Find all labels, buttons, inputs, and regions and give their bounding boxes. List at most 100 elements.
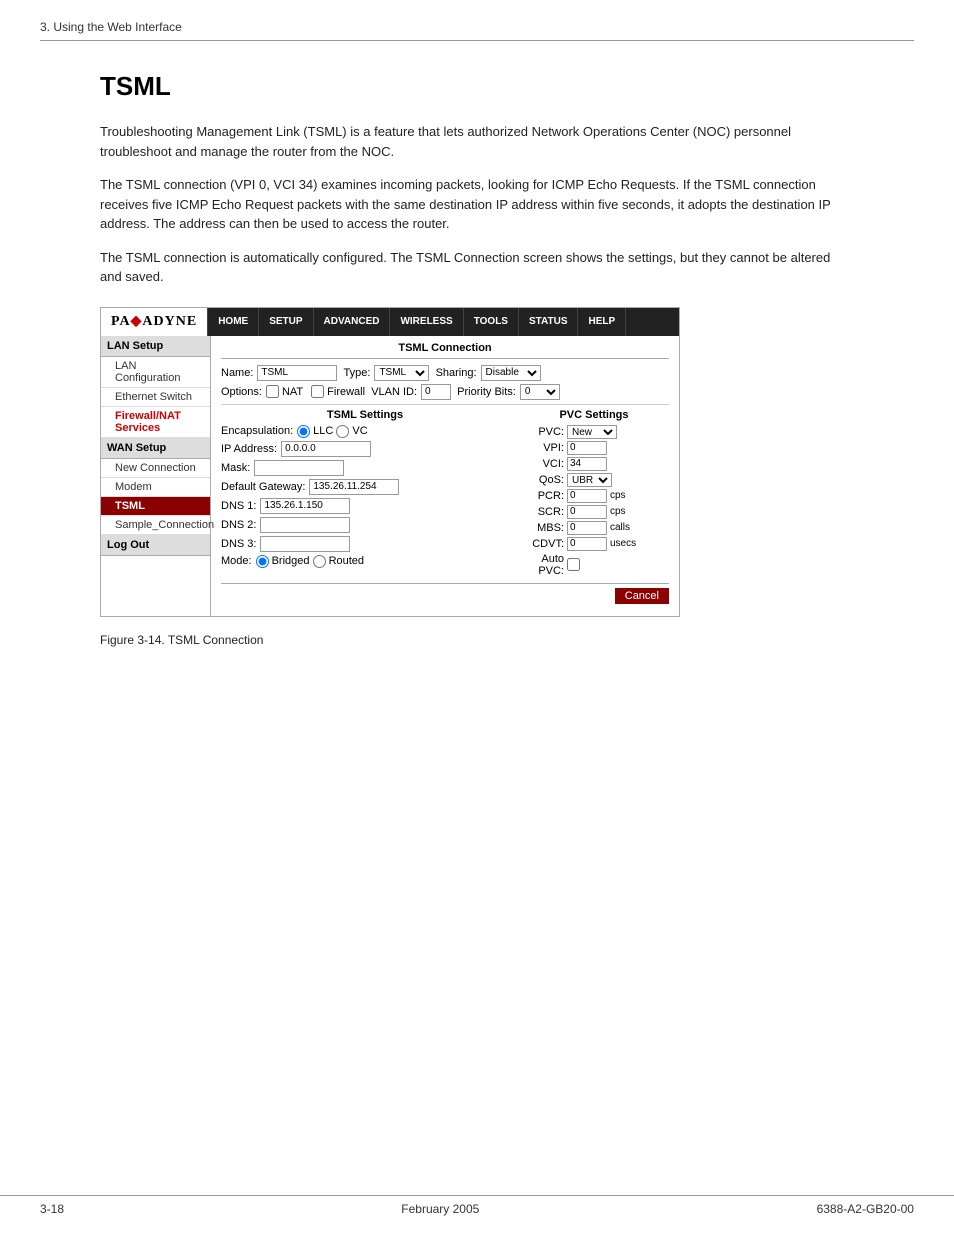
- nav-bar: PA◆ADYNE HOME SETUP ADVANCED WIRELESS TO…: [101, 308, 679, 336]
- scr-label: SCR:: [519, 506, 564, 518]
- nav-tools[interactable]: TOOLS: [464, 308, 519, 336]
- name-type-row: Name: Type: TSML Sharing: Disable: [221, 365, 669, 381]
- pvc-row: PVC: New: [519, 425, 669, 439]
- sidebar-item-new-connection[interactable]: New Connection: [101, 459, 210, 478]
- intro-text-2: The TSML connection (VPI 0, VCI 34) exam…: [100, 175, 854, 234]
- auto-pvc-row: Auto PVC:: [519, 553, 669, 577]
- encap-vc-radio[interactable]: [336, 425, 349, 438]
- ip-address-input[interactable]: [281, 441, 371, 457]
- pcr-input[interactable]: [567, 489, 607, 503]
- qos-label: QoS:: [519, 474, 564, 486]
- sidebar-section-lan: LAN Setup: [101, 336, 210, 357]
- scr-unit: cps: [610, 506, 626, 517]
- nav-advanced[interactable]: ADVANCED: [314, 308, 391, 336]
- cancel-row: Cancel: [221, 583, 669, 604]
- vci-row: VCI:: [519, 457, 669, 471]
- vci-label: VCI:: [519, 458, 564, 470]
- sidebar-item-firewall-nat[interactable]: Firewall/NAT Services: [101, 407, 210, 438]
- nav-help[interactable]: HELP: [578, 308, 626, 336]
- mode-routed-label[interactable]: Routed: [313, 555, 364, 568]
- pvc-settings-title: PVC Settings: [519, 409, 669, 421]
- sharing-select[interactable]: Disable: [481, 365, 541, 381]
- tsml-settings-title: TSML Settings: [221, 409, 509, 421]
- sidebar-item-modem[interactable]: Modem: [101, 478, 210, 497]
- firewall-label: Firewall: [327, 386, 365, 398]
- dns3-row: DNS 3:: [221, 536, 509, 552]
- ip-address-label: IP Address:: [221, 443, 277, 455]
- mask-label: Mask:: [221, 462, 250, 474]
- vlan-id-input[interactable]: [421, 384, 451, 400]
- dns3-input[interactable]: [260, 536, 350, 552]
- sidebar-section-logout[interactable]: Log Out: [101, 535, 210, 556]
- cdvt-input[interactable]: [567, 537, 607, 551]
- options-row: Options: NAT Firewall VLAN ID:: [221, 384, 669, 400]
- pcr-row: PCR: cps: [519, 489, 669, 503]
- priority-bits-label: Priority Bits:: [457, 386, 516, 398]
- breadcrumb: 3. Using the Web Interface: [40, 20, 914, 41]
- figure-caption: Figure 3-14. TSML Connection: [100, 633, 854, 647]
- nav-items: HOME SETUP ADVANCED WIRELESS TOOLS STATU…: [207, 308, 626, 336]
- dns1-input[interactable]: [260, 498, 350, 514]
- qos-select[interactable]: UBR: [567, 473, 612, 487]
- intro-text-1: Troubleshooting Management Link (TSML) i…: [100, 122, 854, 161]
- cancel-button[interactable]: Cancel: [615, 588, 669, 604]
- nat-checkbox-label[interactable]: NAT: [266, 385, 303, 398]
- cdvt-row: CDVT: usecs: [519, 537, 669, 551]
- ip-address-row: IP Address:: [221, 441, 509, 457]
- mbs-input[interactable]: [567, 521, 607, 535]
- scr-input[interactable]: [567, 505, 607, 519]
- firewall-checkbox[interactable]: [311, 385, 324, 398]
- footer-doc-num: 6388-A2-GB20-00: [817, 1202, 914, 1216]
- auto-pvc-checkbox[interactable]: [567, 558, 580, 571]
- mbs-label: MBS:: [519, 522, 564, 534]
- sidebar-item-lan-config[interactable]: LAN Configuration: [101, 357, 210, 388]
- encap-llc-label[interactable]: LLC: [297, 425, 333, 438]
- encap-llc-text: LLC: [313, 425, 333, 437]
- encap-llc-radio[interactable]: [297, 425, 310, 438]
- nav-status[interactable]: STATUS: [519, 308, 579, 336]
- cdvt-label: CDVT:: [519, 538, 564, 550]
- name-input[interactable]: [257, 365, 337, 381]
- encapsulation-row: Encapsulation: LLC VC: [221, 425, 509, 438]
- mode-routed-radio[interactable]: [313, 555, 326, 568]
- page-footer: 3-18 February 2005 6388-A2-GB20-00: [0, 1195, 954, 1216]
- pvc-label: PVC:: [519, 426, 564, 438]
- pcr-label: PCR:: [519, 490, 564, 502]
- content-panel: TSML Connection Name: Type: TSML Sharing…: [211, 336, 679, 616]
- sidebar-item-sample-connection[interactable]: Sample_Connection: [101, 516, 210, 535]
- nav-wireless[interactable]: WIRELESS: [390, 308, 463, 336]
- sidebar-item-tsml[interactable]: TSML: [101, 497, 210, 516]
- vci-input[interactable]: [567, 457, 607, 471]
- encap-vc-label[interactable]: VC: [336, 425, 367, 438]
- sidebar-item-ethernet-switch[interactable]: Ethernet Switch: [101, 388, 210, 407]
- cdvt-unit: usecs: [610, 538, 636, 549]
- nav-home[interactable]: HOME: [207, 308, 259, 336]
- priority-bits-select[interactable]: 0: [520, 384, 560, 400]
- dns2-row: DNS 2:: [221, 517, 509, 533]
- mask-input[interactable]: [254, 460, 344, 476]
- mode-routed-text: Routed: [329, 555, 364, 567]
- options-label: Options:: [221, 386, 262, 398]
- firewall-checkbox-label[interactable]: Firewall: [311, 385, 365, 398]
- pcr-unit: cps: [610, 490, 626, 501]
- type-select[interactable]: TSML: [374, 365, 429, 381]
- panel-title: TSML Connection: [221, 342, 669, 359]
- dns1-label: DNS 1:: [221, 500, 256, 512]
- nat-checkbox[interactable]: [266, 385, 279, 398]
- name-label: Name:: [221, 367, 253, 379]
- default-gateway-label: Default Gateway:: [221, 481, 305, 493]
- encap-label: Encapsulation:: [221, 425, 293, 437]
- sharing-label: Sharing:: [436, 367, 477, 379]
- nat-label: NAT: [282, 386, 303, 398]
- default-gateway-input[interactable]: [309, 479, 399, 495]
- mbs-row: MBS: calls: [519, 521, 669, 535]
- type-label: Type:: [344, 367, 371, 379]
- mask-row: Mask:: [221, 460, 509, 476]
- mode-bridged-label[interactable]: Bridged: [256, 555, 310, 568]
- mode-bridged-radio[interactable]: [256, 555, 269, 568]
- encap-vc-text: VC: [352, 425, 367, 437]
- pvc-select[interactable]: New: [567, 425, 617, 439]
- dns2-input[interactable]: [260, 517, 350, 533]
- vpi-input[interactable]: [567, 441, 607, 455]
- nav-setup[interactable]: SETUP: [259, 308, 313, 336]
